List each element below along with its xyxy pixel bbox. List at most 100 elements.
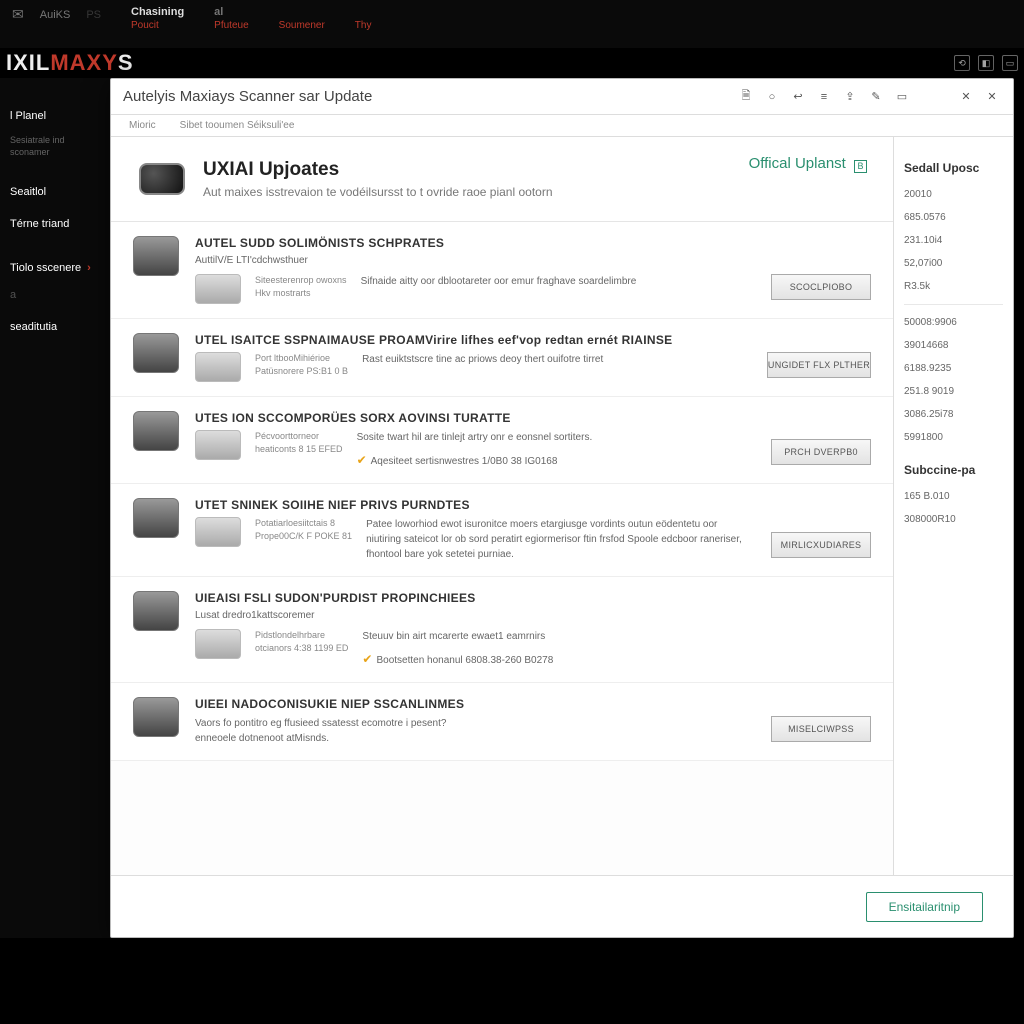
device-icon [133, 591, 179, 631]
topbar-col3-b[interactable]: Soumener [279, 20, 325, 31]
row-subtitle: Lusat dredro1kattscoremer [195, 610, 871, 621]
subtitle-1[interactable]: Mioric [129, 120, 156, 131]
close-icon-2[interactable]: ✕ [983, 88, 1001, 106]
update-row: UTES ION SCCOMPORÜES SORX AOVINSI TURATT… [111, 397, 893, 484]
row-desc: Patee loworhiod ewot isuronitce moers et… [366, 517, 746, 562]
official-badge: Offical Uplanst B [749, 155, 867, 173]
titlebar-icon-min[interactable]: ▭ [893, 88, 911, 106]
product-thumb-icon [195, 430, 241, 460]
app-topbar: ✉ AuiKS PS Chasining Poucit al Pfuteue S… [0, 0, 1024, 48]
tr-icon-2[interactable]: ◧ [978, 55, 994, 71]
sidepanel-value: 39014668 [904, 340, 1003, 351]
sidebar-item-panel[interactable]: l Planel [0, 103, 110, 129]
row-action-button[interactable]: MISELCIWPSS [771, 716, 871, 742]
updates-list: UXIAI Upjoates Aut maixes isstrevaion te… [111, 137, 893, 875]
update-row: UIEEI NADOCONISUKIE NIEP SSCANLINMES Vao… [111, 683, 893, 761]
titlebar-icon-circle[interactable]: ○ [763, 88, 781, 106]
row-action-button[interactable]: MIRLICXUDIARES [771, 532, 871, 558]
topbar-brand: AuiKS [40, 9, 71, 21]
product-thumb-icon [195, 274, 241, 304]
update-row: UIEAISI FSLI SUDON'PURDIST PROPINCHIEES … [111, 577, 893, 683]
topbar-col2-b[interactable]: Pfuteue [214, 20, 248, 31]
topbar-col1-a[interactable]: Chasining [131, 6, 184, 18]
device-icon [133, 411, 179, 451]
check-icon: ✔ [357, 453, 367, 467]
topbar-col4-b[interactable]: Thy [355, 20, 372, 31]
tr-icon-1[interactable]: ⟲ [954, 55, 970, 71]
topbar-col1-b[interactable]: Poucit [131, 20, 184, 31]
sidepanel-value: 3086.25i78 [904, 409, 1003, 420]
update-dialog: Autelyis Maxiays Scanner sar Update 🗎 ○ … [110, 78, 1014, 938]
row-action-button[interactable]: PRCH DVERPB0 [771, 439, 871, 465]
row-action-button[interactable]: SCOCLPIOBO [771, 274, 871, 300]
row-title: AUTEL SUDD SOLIMÖNISTS SCHPRATES [195, 236, 871, 250]
hero-subtitle: Aut maixes isstrevaion te vodéilsursst t… [203, 185, 553, 199]
row-desc: Vaors fo pontitro eg ffusieed ssatesst e… [195, 716, 575, 746]
dialog-title: Autelyis Maxiays Scanner sar Update [123, 88, 729, 105]
sidepanel-value: 231.10i4 [904, 235, 1003, 246]
sidebar-item-4[interactable]: Tiolo sscenere [0, 255, 110, 281]
hero-title: UXIAI Upjoates [203, 159, 553, 181]
row-title: UTET SNINEK SOIIHE NIEF PRIVS PURNDTES [195, 498, 871, 512]
sidepanel-value: 251.8 9019 [904, 386, 1003, 397]
row-meta: Pécvoorttorneorheaticonts 8 15 EFED [255, 430, 343, 455]
sidebar-item-5[interactable]: a [0, 282, 110, 308]
sidepanel-title: Sedall Uposc [904, 161, 1003, 175]
sidepanel-value2: 308000R10 [904, 514, 1003, 525]
titlebar-icon-pin[interactable]: ⇪ [841, 88, 859, 106]
sidebar-item-2[interactable]: Seaitlol [0, 179, 110, 205]
side-summary-panel: Sedall Uposc 20010685.0576231.10i452,07i… [893, 137, 1013, 875]
sidebar-item-6[interactable]: seaditutia [0, 314, 110, 340]
titlebar-icon-note[interactable]: ✎ [867, 88, 885, 106]
subtitle-2[interactable]: Sibet tooumen Séiksuli'ee [180, 120, 295, 131]
topbar-t1: PS [86, 9, 101, 21]
sidepanel-value: R3.5k [904, 281, 1003, 292]
left-sidebar: l Planel Sesiatrale ind sconamer Seaitlo… [0, 78, 110, 938]
close-icon-1[interactable]: ✕ [957, 88, 975, 106]
row-title: UIEEI NADOCONISUKIE NIEP SSCANLINMES [195, 697, 871, 711]
row-title: UTEL ISAITCE SSPNAIMAUSE PROAMVirire lif… [195, 333, 871, 347]
row-title: UTES ION SCCOMPORÜES SORX AOVINSI TURATT… [195, 411, 871, 425]
check-icon: ✔ [362, 652, 372, 666]
row-desc: Rast euiktstscre tine ac priows deoy the… [362, 352, 742, 367]
device-icon [133, 697, 179, 737]
topbar-col3-a [279, 6, 325, 18]
row-meta: Pidstlondelhrbareotcianors 4:38 1199 ED [255, 629, 348, 654]
row-meta: Potatiarloesiitctais 8Prope00C/K F POKE … [255, 517, 352, 542]
row-title: UIEAISI FSLI SUDON'PURDIST PROPINCHIEES [195, 591, 871, 605]
mail-icon: ✉ [12, 6, 24, 23]
install-button[interactable]: Ensitailaritnip [866, 892, 983, 922]
row-meta: Port ltbooMihiérioePatüsnorere PS:B1 0 B [255, 352, 348, 377]
row-desc: Sifnaide aitty oor dblootareter oor emur… [361, 274, 741, 289]
topright-icons: ⟲ ◧ ▭ [954, 55, 1018, 71]
update-row: UTEL ISAITCE SSPNAIMAUSE PROAMVirire lif… [111, 319, 893, 397]
titlebar-icon-edit[interactable]: ↩ [789, 88, 807, 106]
row-extra: Aqesiteet sertisnwestres 1/0B0 38 IG0168 [371, 456, 558, 467]
row-meta: Siteesterenrop owoxnsHkv mostrarts [255, 274, 347, 299]
hero-section: UXIAI Upjoates Aut maixes isstrevaion te… [111, 137, 893, 222]
badge-box-icon: B [854, 160, 867, 173]
device-icon [133, 333, 179, 373]
sidebar-item-3[interactable]: Térne triand [0, 211, 110, 237]
row-desc: Steuuv bin airt mcarerte ewaet1 eamrnirs [362, 629, 742, 644]
sidepanel-value: 6188.9235 [904, 363, 1003, 374]
product-thumb-icon [195, 352, 241, 382]
row-action-button[interactable]: UNGIDET FLX PLTHER [767, 352, 871, 378]
sidepanel-value: 685.0576 [904, 212, 1003, 223]
sidebar-item-1[interactable]: Sesiatrale ind sconamer [0, 129, 110, 164]
update-row: AUTEL SUDD SOLIMÖNISTS SCHPRATES AuttilV… [111, 222, 893, 319]
app-logo: IXILMAXYS [6, 50, 134, 76]
row-subtitle: AuttilV/E LTI'cdchwsthuer [195, 255, 871, 266]
titlebar-icon-menu[interactable]: ≡ [815, 88, 833, 106]
sidepanel-value: 20010 [904, 189, 1003, 200]
scanner-device-icon [139, 163, 185, 195]
titlebar-icon-doc[interactable]: 🗎 [737, 88, 755, 106]
dialog-footer: Ensitailaritnip [111, 875, 1013, 937]
row-extra: Bootsetten honanul 6808.38-260 B0278 [376, 655, 553, 666]
sidepanel-value: 50008:9906 [904, 317, 1003, 328]
product-thumb-icon [195, 517, 241, 547]
tr-icon-3[interactable]: ▭ [1002, 55, 1018, 71]
topbar-col2-a[interactable]: al [214, 6, 248, 18]
dialog-titlebar: Autelyis Maxiays Scanner sar Update 🗎 ○ … [111, 79, 1013, 115]
device-icon [133, 498, 179, 538]
